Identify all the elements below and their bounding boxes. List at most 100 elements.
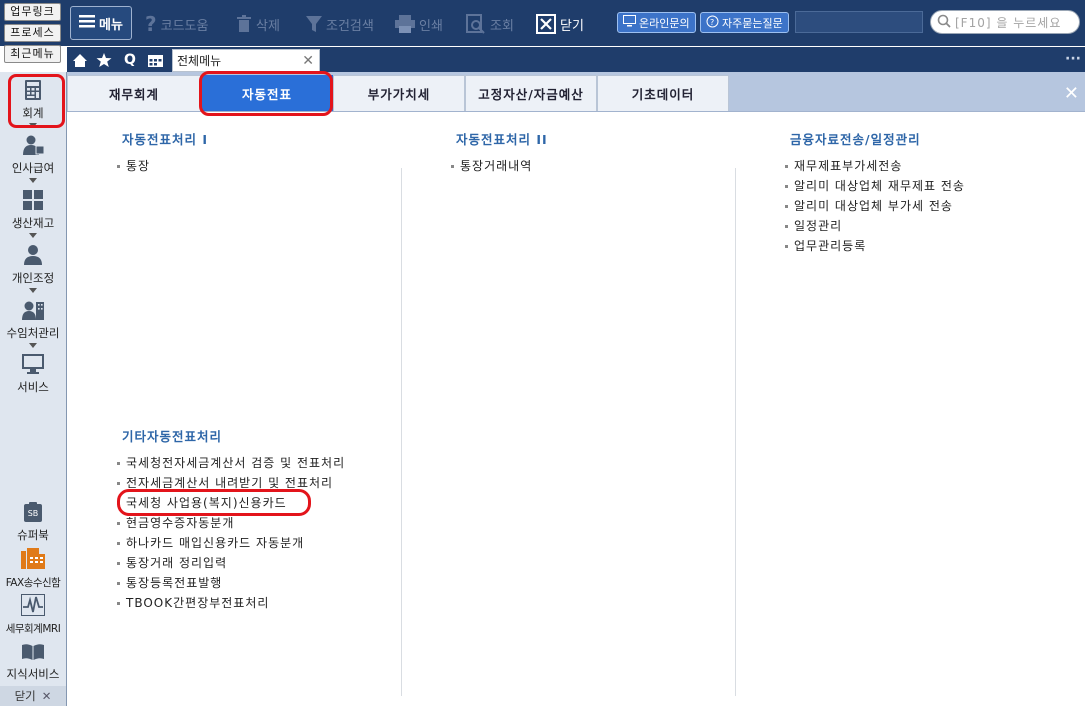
person-id-icon bbox=[0, 135, 66, 158]
pulse-chart-icon bbox=[0, 594, 66, 619]
column-divider bbox=[401, 168, 402, 696]
person-building-icon bbox=[0, 300, 66, 323]
tab-vat[interactable]: 부가가치세 bbox=[333, 75, 465, 111]
section-title-auto-voucher-2: 자동전표처리 II bbox=[456, 132, 548, 147]
section-title-other-auto-voucher: 기타자동전표처리 bbox=[122, 429, 223, 444]
chevron-down-icon bbox=[29, 123, 37, 128]
menu-item-bank-transaction-entry[interactable]: 통장거래 정리입력 bbox=[117, 554, 227, 571]
sidebar-item-tax-mri-label: 세무회계MRI bbox=[5, 623, 61, 635]
condition-search-button[interactable]: 조건검색 bbox=[306, 10, 374, 38]
sidebar-item-super-book-label: 슈퍼북 bbox=[17, 528, 49, 542]
online-inquiry-label: 온라인문의 bbox=[639, 16, 690, 30]
sidebar-item-client-management-label: 수임처관리 bbox=[6, 326, 60, 340]
menu-item-nts-einvoice-verify[interactable]: 국세청전자세금계산서 검증 및 전표처리 bbox=[117, 454, 345, 471]
chevron-down-icon bbox=[29, 233, 37, 238]
sidebar-item-knowledge-service-label: 지식서비스 bbox=[6, 667, 60, 681]
code-help-button[interactable]: ? 코드도움 bbox=[145, 10, 208, 38]
menu-item-fs-vat-transfer[interactable]: 재무제표부가세전송 bbox=[785, 157, 902, 174]
printer-icon bbox=[395, 15, 415, 33]
super-book-badge: SB bbox=[27, 509, 39, 518]
tab-all-menu[interactable]: 전체메뉴 ✕ bbox=[172, 49, 320, 72]
menu-item-bankbook-voucher-issue[interactable]: 통장등록전표발행 bbox=[117, 574, 222, 591]
menu-item-bankbook[interactable]: 통장 bbox=[117, 157, 150, 174]
menu-item-hana-card-journal[interactable]: 하나카드 매입신용카드 자동분개 bbox=[117, 534, 304, 551]
quick-link-process[interactable]: 프로세스 bbox=[4, 24, 61, 42]
tab-financial-accounting[interactable]: 재무회계 bbox=[67, 75, 201, 111]
magnifier-doc-icon bbox=[466, 14, 486, 34]
menu-item-nts-business-credit-card[interactable]: 국세청 사업용(복지)신용카드 bbox=[117, 494, 287, 511]
star-icon[interactable] bbox=[93, 50, 115, 70]
print-button[interactable]: 인쇄 bbox=[395, 10, 443, 38]
faq-button[interactable]: ? 자주묻는질문 bbox=[700, 12, 789, 33]
chevron-down-icon bbox=[29, 288, 37, 293]
chevron-down-icon bbox=[29, 178, 37, 183]
faq-label: 자주묻는질문 bbox=[722, 16, 783, 30]
menu-content: 자동전표처리 I 통장 자동전표처리 II 통장거래내역 금융자료전송/일정관리… bbox=[67, 112, 1085, 706]
sidebar-item-service[interactable]: 서비스 bbox=[0, 354, 66, 395]
chevron-down-icon bbox=[29, 343, 37, 348]
filter-icon bbox=[306, 15, 322, 33]
sidebar-item-tax-mri[interactable]: 세무회계MRI bbox=[0, 594, 66, 636]
lookup-label: 조회 bbox=[490, 18, 514, 34]
delete-button[interactable]: 삭제 bbox=[236, 10, 280, 38]
top-toolbar: 업무링크 프로세스 최근메뉴 메뉴 ? 코드도움 삭제 조건검색 인쇄 조회 닫… bbox=[0, 0, 1085, 63]
menu-item-einvoice-download[interactable]: 전자세금계산서 내려받기 및 전표처리 bbox=[117, 474, 333, 491]
home-icon[interactable] bbox=[69, 50, 91, 70]
menu-label: 메뉴 bbox=[99, 17, 123, 33]
sidebar-item-service-label: 서비스 bbox=[17, 380, 49, 394]
sidebar-item-knowledge-service[interactable]: 지식서비스 bbox=[0, 643, 66, 682]
left-sidebar: 회계 인사급여 생산재고 개인조정 수임처관리 서비스 슈퍼북 SB FAX송수… bbox=[0, 72, 67, 706]
close-box-icon bbox=[536, 14, 556, 34]
sidebar-item-production-inventory-label: 생산재고 bbox=[11, 216, 55, 230]
monitor-icon bbox=[0, 354, 66, 377]
fax-icon bbox=[0, 548, 66, 573]
toolbar-blank-field[interactable] bbox=[795, 11, 923, 33]
sidebar-item-hr-payroll-label: 인사급여 bbox=[11, 161, 55, 175]
close-button[interactable]: 닫기 bbox=[536, 10, 584, 38]
tab-strip: Q 전체메뉴 ✕ ··· bbox=[67, 47, 1085, 72]
section-title-auto-voucher-1: 자동전표처리 I bbox=[122, 132, 209, 147]
monitor-icon bbox=[623, 15, 636, 30]
sidebar-item-accounting[interactable]: 회계 bbox=[0, 80, 66, 128]
menu-button[interactable]: 메뉴 bbox=[70, 6, 132, 40]
online-inquiry-button[interactable]: 온라인문의 bbox=[617, 12, 696, 33]
tab-auto-voucher[interactable]: 자동전표 bbox=[201, 75, 333, 111]
quick-link-work[interactable]: 업무링크 bbox=[4, 3, 61, 21]
menu-item-bank-transactions[interactable]: 통장거래내역 bbox=[451, 157, 532, 174]
trash-icon bbox=[236, 15, 252, 33]
quick-link-recent[interactable]: 최근메뉴 bbox=[4, 45, 61, 63]
sidebar-item-fax-label: FAX송수신함 bbox=[5, 577, 61, 589]
calculator-icon bbox=[0, 80, 66, 103]
tab-fixed-assets-budget[interactable]: 고정자산/자금예산 bbox=[465, 75, 597, 111]
delete-label: 삭제 bbox=[256, 18, 280, 34]
column-divider bbox=[735, 168, 736, 696]
sidebar-item-client-management[interactable]: 수임처관리 bbox=[0, 300, 66, 348]
print-label: 인쇄 bbox=[419, 18, 443, 34]
svg-text:?: ? bbox=[710, 18, 714, 27]
q-icon[interactable]: Q bbox=[119, 50, 141, 70]
tab-base-data[interactable]: 기초데이터 bbox=[597, 75, 729, 111]
close-icon[interactable]: ✕ bbox=[1064, 83, 1079, 104]
menu-item-notifier-vat-transfer[interactable]: 알리미 대상업체 부가세 전송 bbox=[785, 197, 953, 214]
lookup-button[interactable]: 조회 bbox=[466, 10, 514, 38]
menu-item-tbook-simple-ledger[interactable]: TBOOK간편장부전표처리 bbox=[117, 594, 269, 611]
sidebar-item-production-inventory[interactable]: 생산재고 bbox=[0, 190, 66, 238]
open-book-icon bbox=[0, 643, 66, 664]
condition-search-label: 조건검색 bbox=[326, 18, 374, 34]
menu-item-cash-receipt-journal[interactable]: 현금영수증자동분개 bbox=[117, 514, 234, 531]
sidebar-close-button[interactable]: 닫기 ✕ bbox=[0, 686, 66, 706]
menu-item-schedule[interactable]: 일정관리 bbox=[785, 217, 842, 234]
more-icon[interactable]: ··· bbox=[1065, 51, 1081, 67]
calendar-icon[interactable] bbox=[144, 50, 166, 70]
hamburger-icon bbox=[79, 14, 96, 32]
tab-close-icon[interactable]: ✕ bbox=[302, 53, 314, 69]
search-placeholder: [F10] 을 누르세요 bbox=[955, 15, 1062, 30]
sidebar-item-fax[interactable]: FAX송수신함 bbox=[0, 548, 66, 590]
menu-item-notifier-fs-transfer[interactable]: 알리미 대상업체 재무제표 전송 bbox=[785, 177, 965, 194]
sidebar-item-personal-adjustment[interactable]: 개인조정 bbox=[0, 245, 66, 293]
close-icon: ✕ bbox=[41, 689, 52, 703]
search-input[interactable]: [F10] 을 누르세요 bbox=[930, 10, 1080, 34]
menu-item-task-registration[interactable]: 업무관리등록 bbox=[785, 237, 866, 254]
sidebar-item-personal-adjustment-label: 개인조정 bbox=[11, 271, 55, 285]
sidebar-item-hr-payroll[interactable]: 인사급여 bbox=[0, 135, 66, 183]
